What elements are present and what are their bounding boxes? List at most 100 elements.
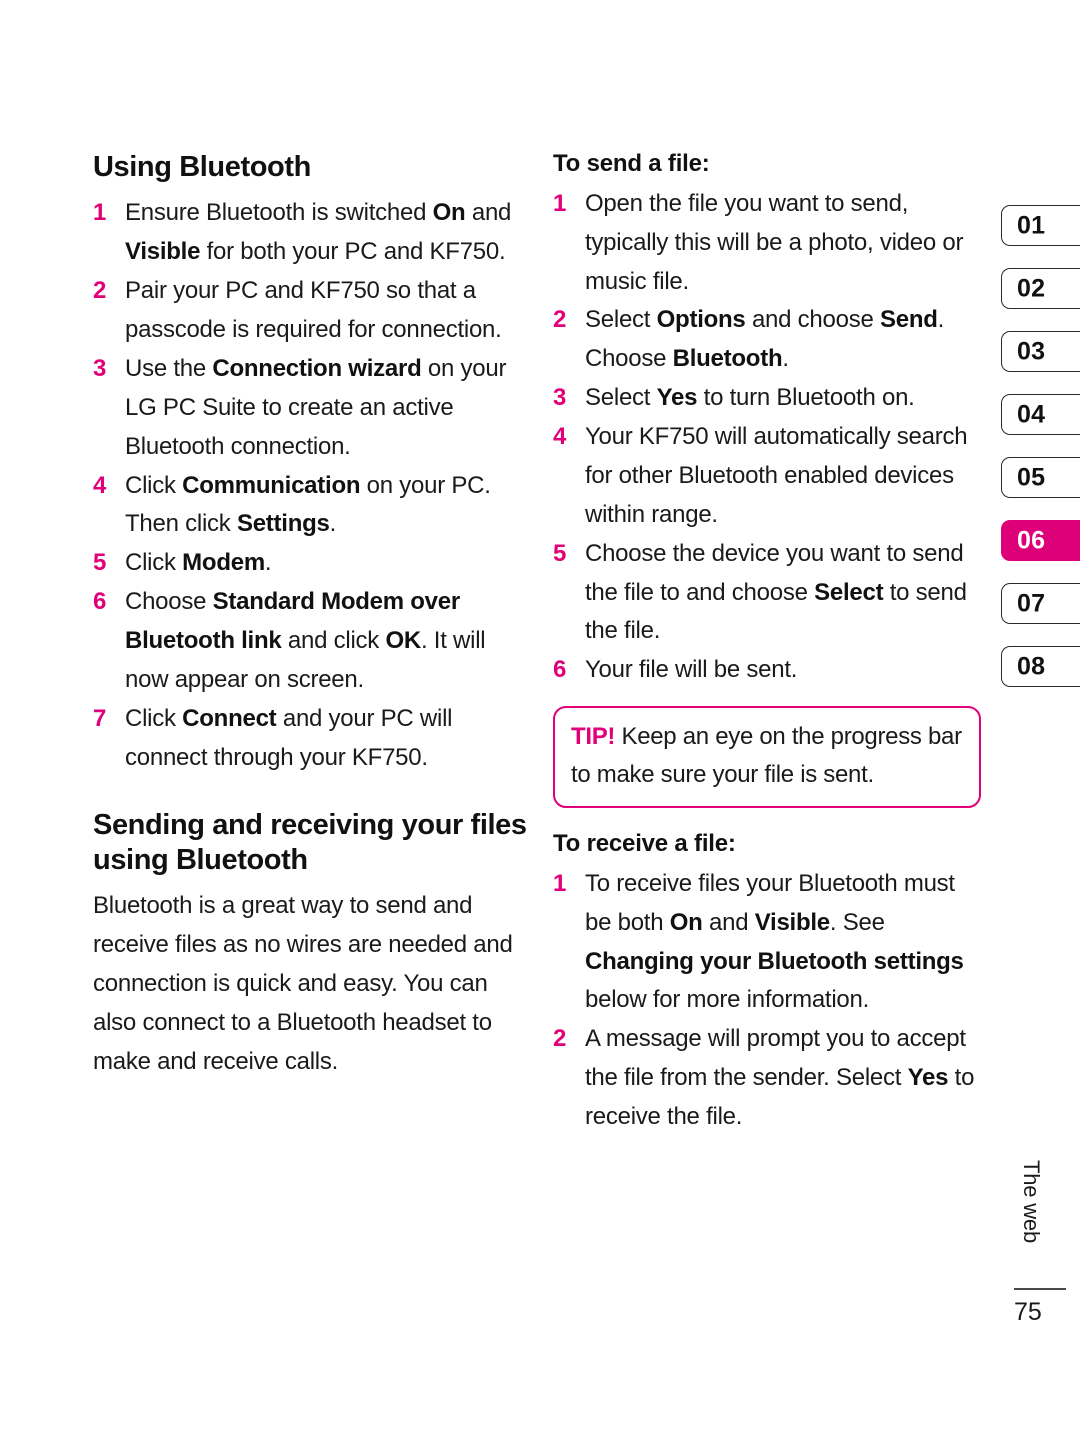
list-item: 3 Use the Connection wizard on your LG PC… — [93, 350, 530, 467]
step-number: 7 — [93, 704, 107, 732]
emphasis-text: Bluetooth — [672, 345, 783, 373]
chapter-tab-rail: 01 02 03 04 05 06 07 08 — [1001, 205, 1080, 709]
chapter-tab-05[interactable]: 05 — [1001, 457, 1080, 498]
chapter-tab-06[interactable]: 06 — [1001, 520, 1080, 561]
step-number: 2 — [553, 1025, 567, 1053]
chapter-tab-08[interactable]: 08 — [1001, 646, 1080, 687]
list-item: 2 Pair your PC and KF750 so that a passco… — [93, 272, 530, 350]
step-text: To receive files your Bluetooth must be … — [585, 870, 964, 1014]
chapter-tab-04[interactable]: 04 — [1001, 394, 1080, 435]
emphasis-text: Modem — [182, 549, 265, 577]
step-text: Click Communication on your PC. Then cli… — [125, 472, 491, 538]
chapter-tab-02[interactable]: 02 — [1001, 268, 1080, 309]
emphasis-text: Yes — [907, 1064, 949, 1092]
plain-text: Select — [585, 306, 657, 334]
tip-label: TIP! — [571, 723, 616, 751]
step-text: Use the Connection wizard on your LG PC … — [125, 355, 506, 460]
emphasis-text: Options — [656, 306, 746, 334]
emphasis-text: Select — [814, 578, 884, 606]
chapter-tab-01[interactable]: 01 — [1001, 205, 1080, 246]
plain-text: . See — [829, 908, 885, 936]
plain-text: Click — [125, 471, 183, 499]
plain-text: Pair your PC and KF750 so that a passcod… — [125, 277, 502, 343]
emphasis-text: Changing your Bluetooth settings — [585, 947, 964, 975]
step-number: 2 — [553, 306, 567, 334]
chapter-label-text: The web — [1019, 1160, 1044, 1243]
chapter-tab-label: 05 — [1017, 463, 1046, 491]
list-item: 5 Choose the device you want to send the … — [553, 535, 985, 652]
step-text: Your file will be sent. — [585, 656, 797, 683]
page-title: Using Bluetooth — [93, 151, 311, 183]
chapter-tab-label: 07 — [1017, 589, 1046, 617]
list-item: 6 Choose Standard Modem over Bluetooth li… — [93, 583, 530, 700]
step-number: 3 — [93, 354, 107, 382]
tip-body: Keep an eye on the progress bar to make … — [571, 723, 962, 789]
tip-text: TIP! Keep an eye on the progress bar to … — [571, 718, 965, 794]
plain-text: and choose — [745, 306, 880, 334]
subsection-heading-to-send-a-file: To send a file: — [553, 150, 710, 177]
chapter-tab-07[interactable]: 07 — [1001, 583, 1080, 624]
list-item: 6 Your file will be sent. — [553, 651, 985, 690]
emphasis-text: On — [432, 199, 466, 227]
list-item: 2 Select Options and choose Send. Choose … — [553, 301, 985, 379]
emphasis-text: On — [669, 908, 703, 936]
step-text: Click Modem. — [125, 549, 272, 577]
step-number: 4 — [93, 471, 107, 499]
chapter-tab-label: 08 — [1017, 652, 1046, 680]
step-number: 1 — [93, 199, 107, 227]
chapter-tab-label: 01 — [1017, 211, 1046, 239]
step-text: Select Yes to turn Bluetooth on. — [585, 384, 915, 411]
bluetooth-intro-paragraph: Bluetooth is a great way to send and rec… — [93, 892, 513, 1075]
chapter-tab-label: 04 — [1017, 400, 1046, 428]
page-number: 75 — [1014, 1298, 1042, 1326]
plain-text: Ensure Bluetooth is switched — [125, 199, 433, 227]
step-text: Open the file you want to send, typicall… — [585, 190, 963, 295]
plain-text: Open the file you want to send, typicall… — [585, 189, 964, 295]
chapter-tab-label: 06 — [1017, 526, 1046, 554]
plain-text: and — [465, 199, 512, 227]
emphasis-text: Connection wizard — [212, 354, 422, 382]
step-number: 6 — [93, 588, 107, 616]
list-item: 1 To receive files your Bluetooth must be… — [553, 865, 985, 1021]
to-receive-a-file-step-list: 1 To receive files your Bluetooth must be… — [553, 865, 985, 1137]
emphasis-text: Yes — [656, 384, 698, 412]
to-send-a-file-step-list: 1 Open the file you want to send, typical… — [553, 185, 985, 690]
emphasis-text: Settings — [236, 510, 330, 538]
footer-divider — [1014, 1288, 1066, 1290]
list-item: 1 Ensure Bluetooth is switched On and Vis… — [93, 194, 530, 272]
list-item: 5 Click Modem. — [93, 544, 530, 583]
list-item: 7 Click Connect and your PC will connect … — [93, 700, 530, 778]
step-number: 1 — [553, 869, 567, 897]
plain-text: . — [264, 549, 272, 577]
plain-text: Select — [585, 384, 657, 412]
tip-callout-box: TIP! Keep an eye on the progress bar to … — [553, 706, 981, 808]
step-text: Ensure Bluetooth is switched On and Visi… — [125, 199, 511, 265]
list-item: 4 Your KF750 will automatically search fo… — [553, 418, 985, 535]
step-text: Select Options and choose Send. Choose B… — [585, 306, 944, 372]
emphasis-text: Send — [879, 306, 938, 334]
step-text: A message will prompt you to accept the … — [585, 1025, 974, 1130]
plain-text: below for more information. — [585, 986, 870, 1014]
step-text: Pair your PC and KF750 so that a passcod… — [125, 277, 502, 343]
emphasis-text: Visible — [125, 238, 201, 266]
plain-text: Click — [125, 549, 183, 577]
plain-text: Your KF750 will automatically search for… — [585, 423, 968, 528]
plain-text: . — [329, 510, 337, 538]
plain-text: and click — [281, 627, 386, 654]
chapter-tab-label: 02 — [1017, 274, 1046, 302]
step-number: 6 — [553, 656, 567, 684]
plain-text: for both your PC and KF750. — [200, 238, 506, 266]
step-number: 2 — [93, 277, 107, 305]
plain-text: . — [782, 345, 789, 373]
chapter-label: The web — [1014, 1160, 1048, 1280]
step-text: Choose Standard Modem over Bluetooth lin… — [125, 588, 486, 693]
step-number: 4 — [553, 423, 567, 451]
step-number: 5 — [553, 539, 567, 567]
step-text: Choose the device you want to send the f… — [585, 540, 967, 645]
using-bluetooth-step-list: 1 Ensure Bluetooth is switched On and Vis… — [93, 194, 530, 777]
chapter-tab-03[interactable]: 03 — [1001, 331, 1080, 372]
list-item: 1 Open the file you want to send, typical… — [553, 185, 985, 302]
plain-text: Use the — [125, 354, 213, 382]
step-number: 1 — [553, 189, 567, 217]
list-item: 2 A message will prompt you to accept the… — [553, 1020, 985, 1137]
